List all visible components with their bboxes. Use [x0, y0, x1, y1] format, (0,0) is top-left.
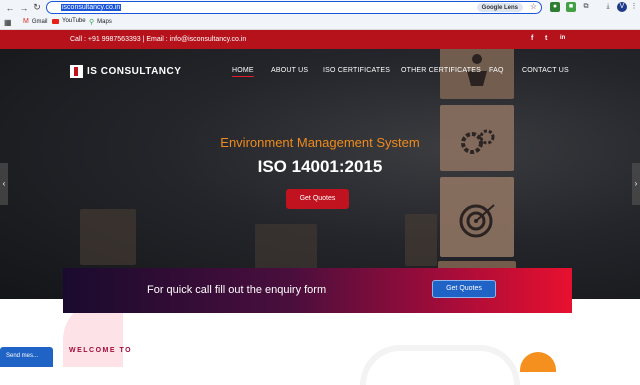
nav-faq[interactable]: FAQ: [489, 67, 504, 74]
google-lens-button[interactable]: Google Lens: [476, 3, 523, 12]
linkedin-icon[interactable]: in: [560, 35, 565, 41]
hero-banner: IS CONSULTANCY HOME ABOUT US ISO CERTIFI…: [0, 49, 640, 299]
logo-text: IS CONSULTANCY: [87, 66, 182, 77]
decorative-arc: [360, 345, 520, 385]
extension-icon[interactable]: ●: [550, 2, 560, 12]
enquiry-get-quotes-button[interactable]: Get Quotes: [432, 280, 496, 298]
bookmark-label: Gmail: [31, 18, 48, 25]
bookmark-label: YouTube: [62, 18, 86, 24]
carousel-next-icon[interactable]: ›: [632, 163, 640, 205]
url-text[interactable]: isconsultancy.co.in: [61, 4, 122, 11]
hero-get-quotes-button[interactable]: Get Quotes: [286, 189, 349, 209]
decorative-shape: [520, 352, 556, 372]
contact-bar: Call : +91 9987563393 | Email : info@isc…: [0, 30, 640, 49]
gmail-icon: M: [23, 18, 29, 25]
bookmark-youtube[interactable]: YouTube: [52, 18, 86, 24]
youtube-icon: [52, 18, 59, 24]
enquiry-banner: For quick call fill out the enquiry form…: [63, 268, 572, 313]
nav-contact-us[interactable]: CONTACT US: [522, 67, 569, 74]
nav-iso-certificates[interactable]: ISO CERTIFICATES: [323, 67, 390, 74]
address-bar[interactable]: isconsultancy.co.in Google Lens ☆: [46, 1, 542, 14]
bookmark-label: Maps: [97, 19, 112, 25]
wooden-block-image: [255, 224, 317, 274]
enquiry-text: For quick call fill out the enquiry form: [147, 284, 327, 296]
bookmarks-bar: ▦ M Gmail YouTube ⚲ Maps: [0, 15, 640, 30]
extensions-puzzle-icon[interactable]: ⧉: [581, 2, 591, 12]
send-message-chat-button[interactable]: Send mes...: [0, 347, 53, 367]
facebook-icon[interactable]: f: [531, 35, 533, 42]
download-icon[interactable]: ⤓: [603, 2, 613, 12]
contact-info: Call : +91 9987563393 | Email : info@isc…: [70, 36, 247, 43]
welcome-heading: WELCOME TO: [69, 347, 133, 354]
browser-toolbar: ← → ↻ isconsultancy.co.in Google Lens ☆ …: [0, 0, 640, 15]
hero-title: ISO 14001:2015: [257, 157, 383, 176]
profile-avatar[interactable]: V: [617, 2, 627, 12]
hero-subtitle: Environment Management System: [220, 135, 420, 150]
wooden-block-image: [405, 214, 437, 266]
nav-about-us[interactable]: ABOUT US: [271, 67, 308, 74]
wooden-block-image: [80, 209, 136, 265]
nav-other-certificates[interactable]: OTHER CERTIFICATES: [401, 67, 481, 74]
maps-icon: ⚲: [89, 19, 95, 26]
twitter-icon[interactable]: t: [545, 35, 547, 42]
bookmark-gmail[interactable]: M Gmail: [23, 18, 48, 25]
bookmark-star-icon[interactable]: ☆: [530, 2, 537, 11]
site-logo[interactable]: IS CONSULTANCY: [70, 65, 181, 78]
nav-home[interactable]: HOME: [232, 67, 254, 77]
bookmark-maps[interactable]: ⚲ Maps: [89, 18, 112, 26]
menu-kebab-icon[interactable]: ⋮: [630, 2, 638, 12]
apps-grid-icon[interactable]: ▦: [4, 18, 12, 27]
carousel-prev-icon[interactable]: ‹: [0, 163, 8, 205]
reload-icon[interactable]: ↻: [29, 2, 45, 13]
extension-icon[interactable]: ■: [566, 2, 576, 12]
wooden-block-image: [440, 177, 514, 257]
logo-icon: [70, 65, 83, 78]
wooden-block-image: [440, 49, 514, 99]
